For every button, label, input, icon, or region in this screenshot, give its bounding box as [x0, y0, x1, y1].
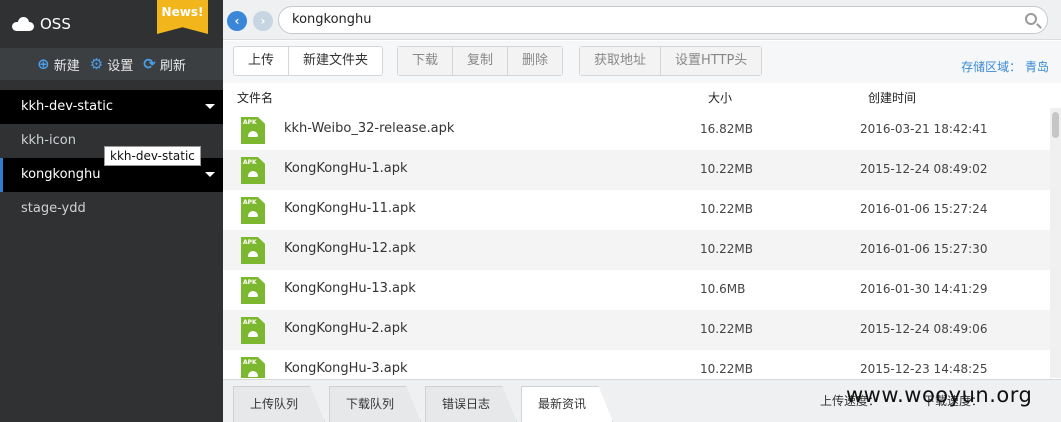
back-arrow-icon[interactable]: ‹	[227, 11, 247, 31]
news-badge[interactable]: News!	[157, 0, 208, 34]
file-name: kkh-Weibo_32-release.apk	[284, 121, 455, 136]
table-row[interactable]: KongKongHu-3.apk 10.22MB 2015-12-23 14:4…	[223, 350, 1050, 378]
file-size: 10.6MB	[700, 282, 746, 296]
file-created: 2015-12-23 14:48:25	[860, 362, 988, 376]
file-size: 10.22MB	[700, 202, 753, 216]
file-name: KongKongHu-3.apk	[284, 361, 408, 376]
column-name-header[interactable]: 文件名	[237, 89, 273, 106]
new-folder-button[interactable]: 新建文件夹	[289, 47, 382, 75]
bucket-item-kkh-dev-static[interactable]: kkh-dev-static	[0, 90, 223, 124]
plus-circle-icon: ⊕	[37, 55, 50, 73]
vertical-scrollbar[interactable]	[1050, 108, 1061, 378]
get-address-button[interactable]: 获取地址	[580, 47, 662, 75]
tab-latest-news[interactable]: 最新资讯	[521, 386, 614, 422]
file-name: KongKongHu-11.apk	[284, 201, 416, 216]
settings-button[interactable]: ⚙ 设置	[90, 55, 133, 74]
file-name: KongKongHu-1.apk	[284, 161, 408, 176]
refresh-icon: ⟳	[143, 55, 156, 73]
apk-file-icon	[241, 237, 265, 264]
refresh-label: 刷新	[159, 58, 186, 74]
caret-down-icon[interactable]	[205, 104, 215, 109]
table-row[interactable]: KongKongHu-1.apk 10.22MB 2015-12-24 08:4…	[223, 150, 1050, 190]
file-toolbar: 上传 新建文件夹 下载 复制 删除 获取地址 设置HTTP头 存储区域： 青岛	[223, 41, 1061, 83]
search-icon[interactable]	[1025, 13, 1037, 25]
bucket-label: stage-ydd	[21, 201, 86, 216]
caret-down-icon[interactable]	[205, 172, 215, 177]
gear-icon: ⚙	[89, 55, 104, 73]
bucket-item-stage-ydd[interactable]: stage-ydd	[0, 192, 223, 226]
file-size: 16.82MB	[700, 122, 753, 136]
path-input[interactable]: kongkonghu	[278, 6, 1048, 34]
bucket-tooltip: kkh-dev-static	[104, 146, 201, 166]
bucket-label: kkh-dev-static	[21, 99, 113, 114]
file-created: 2015-12-24 08:49:02	[860, 162, 988, 176]
copy-button[interactable]: 复制	[453, 47, 509, 75]
app-brand: OSS	[12, 15, 71, 33]
apk-file-icon	[241, 197, 265, 224]
table-row[interactable]: KongKongHu-12.apk 10.22MB 2016-01-06 15:…	[223, 230, 1050, 270]
primary-button-group: 上传 新建文件夹	[233, 46, 384, 76]
new-bucket-button[interactable]: ⊕ 新建	[37, 55, 80, 74]
new-bucket-label: 新建	[53, 58, 80, 74]
scrollbar-thumb[interactable]	[1052, 112, 1059, 138]
apk-file-icon	[241, 117, 265, 144]
watermark: www.wooyun.org	[846, 383, 1033, 407]
cloud-icon	[12, 17, 34, 31]
file-created: 2015-12-24 08:49:06	[860, 322, 988, 336]
address-bar: ‹ › kongkonghu	[223, 0, 1061, 40]
tab-upload-queue[interactable]: 上传队列	[233, 386, 326, 422]
link-action-group: 获取地址 设置HTTP头	[579, 46, 763, 76]
file-name: KongKongHu-12.apk	[284, 241, 416, 256]
file-created: 2016-01-30 14:41:29	[860, 282, 988, 296]
apk-file-icon	[241, 357, 265, 378]
column-created-header[interactable]: 创建时间	[868, 89, 916, 106]
set-http-header-button[interactable]: 设置HTTP头	[661, 47, 762, 75]
table-row[interactable]: KongKongHu-11.apk 10.22MB 2016-01-06 15:…	[223, 190, 1050, 230]
file-size: 10.22MB	[700, 322, 753, 336]
file-created: 2016-03-21 18:42:41	[860, 122, 988, 136]
sidebar-toolbar: ⊕ 新建 ⚙ 设置 ⟳ 刷新	[0, 48, 223, 80]
file-action-group: 下载 复制 删除	[397, 46, 564, 76]
column-size-header[interactable]: 大小	[708, 89, 732, 106]
file-created: 2016-01-06 15:27:30	[860, 242, 988, 256]
settings-label: 设置	[107, 58, 134, 74]
file-name: KongKongHu-2.apk	[284, 321, 408, 336]
delete-button[interactable]: 删除	[508, 47, 563, 75]
table-header: 文件名 大小 创建时间	[223, 86, 1061, 108]
apk-file-icon	[241, 317, 265, 344]
file-size: 10.22MB	[700, 242, 753, 256]
apk-file-icon	[241, 277, 265, 304]
file-created: 2016-01-06 15:27:24	[860, 202, 988, 216]
file-list: kkh-Weibo_32-release.apk 16.82MB 2016-03…	[223, 110, 1050, 378]
tab-download-queue[interactable]: 下载队列	[329, 386, 422, 422]
file-name: KongKongHu-13.apk	[284, 281, 416, 296]
forward-arrow-icon[interactable]: ›	[253, 11, 273, 31]
storage-region[interactable]: 存储区域： 青岛	[961, 58, 1049, 75]
sidebar: OSS News! ⊕ 新建 ⚙ 设置 ⟳ 刷新 kkh-dev-static …	[0, 0, 223, 422]
path-value: kongkonghu	[292, 12, 372, 27]
upload-button[interactable]: 上传	[234, 47, 290, 75]
bottom-tabs: 上传队列 下载队列 错误日志 最新资讯	[233, 386, 614, 422]
table-row[interactable]: KongKongHu-13.apk 10.6MB 2016-01-30 14:4…	[223, 270, 1050, 310]
apk-file-icon	[241, 157, 265, 184]
download-button[interactable]: 下载	[398, 47, 454, 75]
file-size: 10.22MB	[700, 162, 753, 176]
tab-error-log[interactable]: 错误日志	[425, 386, 518, 422]
refresh-button[interactable]: ⟳ 刷新	[143, 55, 186, 74]
file-size: 10.22MB	[700, 362, 753, 376]
table-row[interactable]: kkh-Weibo_32-release.apk 16.82MB 2016-03…	[223, 110, 1050, 150]
bucket-label: kongkonghu	[21, 167, 101, 182]
main-panel: ‹ › kongkonghu 上传 新建文件夹 下载 复制 删除 获取地址 设置…	[223, 0, 1061, 422]
table-row[interactable]: KongKongHu-2.apk 10.22MB 2015-12-24 08:4…	[223, 310, 1050, 350]
app-title: OSS	[40, 15, 71, 33]
bucket-label: kkh-icon	[21, 133, 76, 148]
